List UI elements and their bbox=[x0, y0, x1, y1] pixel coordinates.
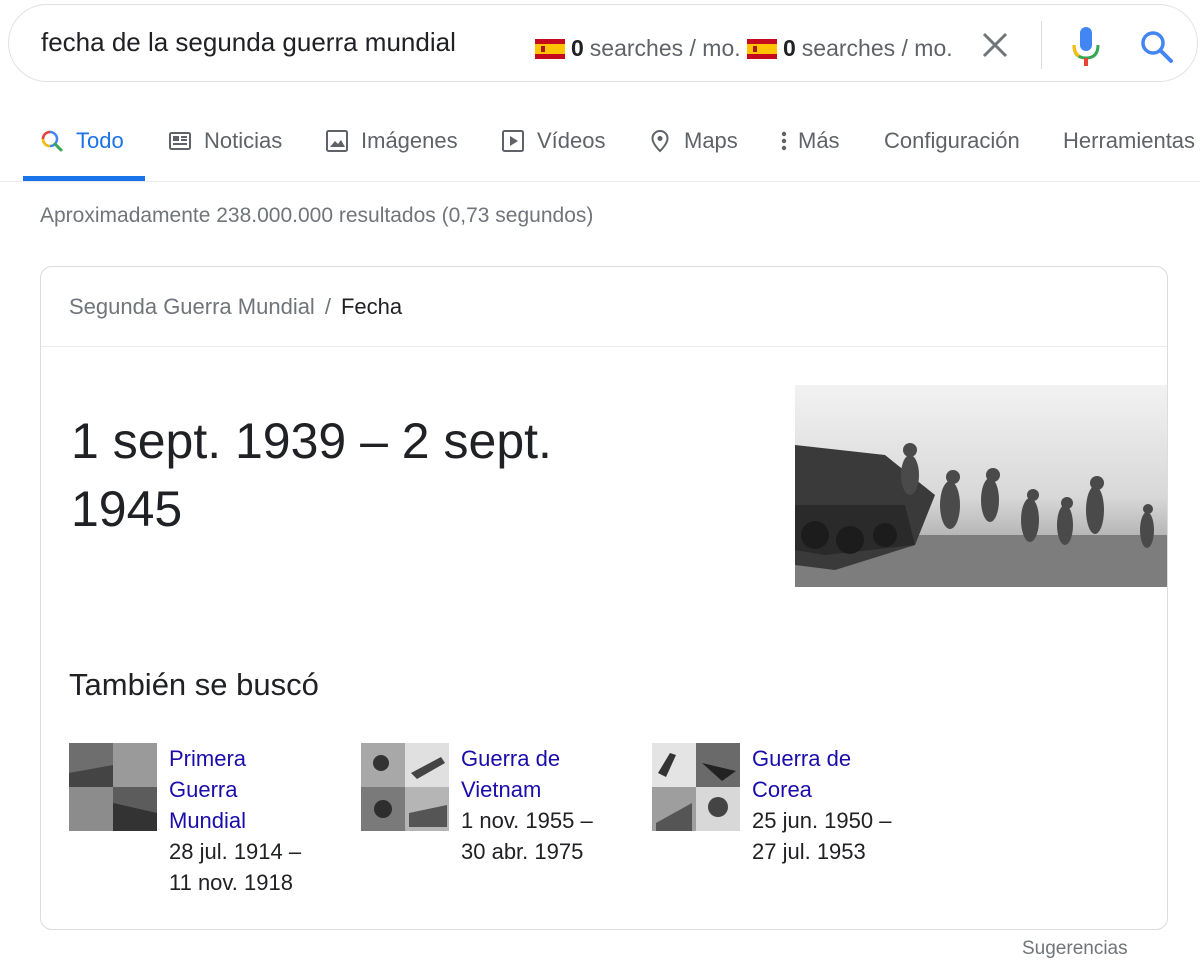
search-volume-badge: 0 searches / mo. bbox=[535, 35, 741, 62]
related-dates: 28 jul. 1914 – 11 nov. 1918 bbox=[169, 836, 349, 898]
tab-label: Todo bbox=[76, 128, 124, 153]
spain-flag-icon bbox=[535, 38, 565, 59]
related-name-line[interactable]: Corea bbox=[752, 774, 932, 805]
tab-maps[interactable]: Maps bbox=[648, 126, 738, 156]
tab-videos[interactable]: Vídeos bbox=[501, 126, 606, 156]
search-tabs: Todo Noticias Imágenes Vídeos Maps Más C… bbox=[0, 100, 1200, 182]
related-dates: 1 nov. 1955 – 30 abr. 1975 bbox=[461, 805, 641, 867]
result-stats: Aproximadamente 238.000.000 resultados (… bbox=[40, 204, 594, 227]
tab-tools[interactable]: Herramientas bbox=[1063, 126, 1195, 156]
search-volume-label: searches / mo. bbox=[589, 35, 741, 61]
related-name-line[interactable]: Primera bbox=[169, 743, 349, 774]
news-icon bbox=[169, 132, 191, 150]
search-icon bbox=[41, 130, 63, 152]
related-name-line[interactable]: Vietnam bbox=[461, 774, 641, 805]
also-searched-title: También se buscó bbox=[69, 667, 319, 702]
breadcrumb-separator: / bbox=[324, 293, 331, 319]
active-tab-indicator bbox=[23, 176, 145, 181]
related-date-line: 28 jul. 1914 – bbox=[169, 839, 302, 864]
tab-more[interactable]: Más bbox=[778, 126, 840, 156]
more-vert-icon bbox=[781, 131, 787, 151]
related-item[interactable]: Primera Guerra Mundial 28 jul. 1914 – 11… bbox=[69, 743, 359, 913]
answer-card: Segunda Guerra Mundial / Fecha 1 sept. 1… bbox=[40, 266, 1168, 930]
related-date-line: 30 abr. 1975 bbox=[461, 839, 584, 864]
related-name-line[interactable]: Guerra de bbox=[752, 743, 932, 774]
tab-label: Imágenes bbox=[361, 128, 458, 153]
tab-label: Más bbox=[798, 128, 840, 153]
tab-label: Herramientas bbox=[1063, 128, 1196, 153]
tab-label: Vídeos bbox=[537, 128, 606, 153]
related-date-line: 27 jul. 1953 bbox=[752, 839, 866, 864]
search-volume-badge: 0 searches / mo. bbox=[747, 35, 953, 62]
related-name[interactable]: Primera Guerra Mundial bbox=[169, 743, 349, 836]
related-thumbnail[interactable] bbox=[69, 743, 157, 831]
related-thumbnail[interactable] bbox=[652, 743, 740, 831]
related-date-line: 11 nov. 1918 bbox=[169, 870, 293, 895]
tab-label: Maps bbox=[684, 128, 738, 153]
search-bar[interactable]: fecha de la segunda guerra mundial 0 sea… bbox=[8, 4, 1198, 82]
search-volume-count: 0 bbox=[571, 35, 584, 61]
answer-line: 1 sept. 1939 – 2 sept. bbox=[71, 413, 552, 469]
related-name-line[interactable]: Guerra de bbox=[461, 743, 641, 774]
answer-line: 1945 bbox=[71, 481, 183, 537]
related-dates: 25 jun. 1950 – 27 jul. 1953 bbox=[752, 805, 932, 867]
search-volume-label: searches / mo. bbox=[801, 35, 953, 61]
image-icon bbox=[326, 130, 348, 152]
related-name-line[interactable]: Mundial bbox=[169, 805, 349, 836]
suggestions-link[interactable]: Sugerencias bbox=[1022, 938, 1128, 960]
related-date-line: 1 nov. 1955 – bbox=[461, 808, 593, 833]
search-divider bbox=[1041, 21, 1042, 69]
search-icon[interactable] bbox=[1139, 29, 1175, 65]
map-pin-icon bbox=[651, 129, 669, 153]
answer-text: 1 sept. 1939 – 2 sept. 1945 bbox=[71, 407, 671, 543]
related-item[interactable]: Guerra de Vietnam 1 nov. 1955 – 30 abr. … bbox=[361, 743, 651, 913]
tab-settings[interactable]: Configuración bbox=[884, 126, 1020, 156]
search-input[interactable]: fecha de la segunda guerra mundial bbox=[41, 27, 456, 58]
clear-icon[interactable] bbox=[979, 29, 1011, 61]
related-thumbnail[interactable] bbox=[361, 743, 449, 831]
breadcrumb: Segunda Guerra Mundial / Fecha bbox=[41, 267, 1167, 347]
tab-all[interactable]: Todo bbox=[40, 126, 124, 156]
related-date-line: 25 jun. 1950 – bbox=[752, 808, 892, 833]
tab-news[interactable]: Noticias bbox=[168, 126, 282, 156]
tab-label: Noticias bbox=[204, 128, 283, 153]
related-name-line[interactable]: Guerra bbox=[169, 774, 349, 805]
video-icon bbox=[502, 130, 524, 152]
related-name[interactable]: Guerra de Vietnam bbox=[461, 743, 641, 805]
related-item[interactable]: Guerra de Corea 25 jun. 1950 – 27 jul. 1… bbox=[652, 743, 942, 913]
tab-images[interactable]: Imágenes bbox=[325, 126, 458, 156]
related-name[interactable]: Guerra de Corea bbox=[752, 743, 932, 805]
microphone-icon[interactable] bbox=[1069, 25, 1103, 67]
hero-image[interactable] bbox=[795, 385, 1168, 587]
spain-flag-icon bbox=[747, 38, 777, 59]
tab-label: Configuración bbox=[884, 128, 1020, 153]
breadcrumb-parent[interactable]: Segunda Guerra Mundial bbox=[69, 294, 315, 320]
search-volume-count: 0 bbox=[783, 35, 796, 61]
breadcrumb-current: Fecha bbox=[340, 293, 403, 319]
